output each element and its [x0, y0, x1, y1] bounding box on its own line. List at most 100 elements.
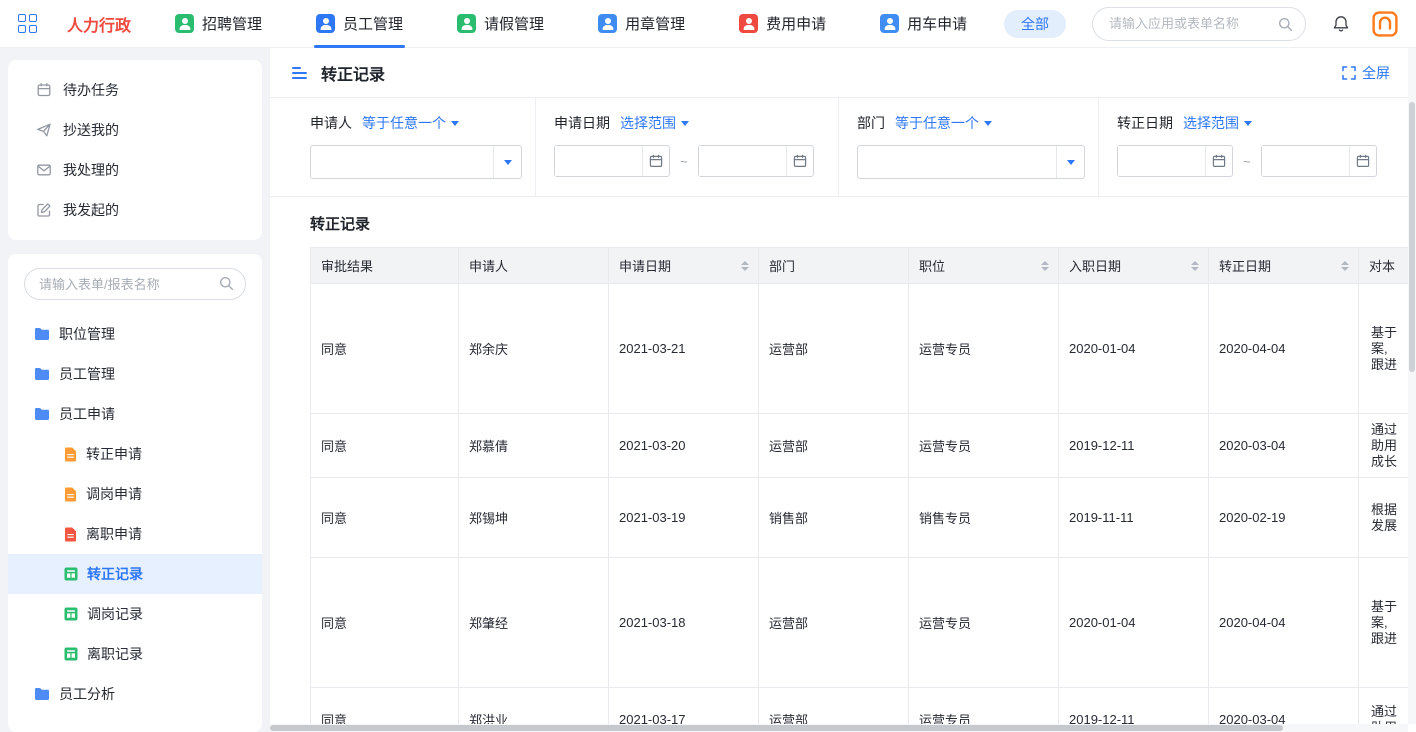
report-table-icon [64, 647, 78, 661]
table-cell: 运营专员 [909, 414, 1059, 478]
chevron-down-icon [681, 121, 689, 126]
search-icon[interactable] [219, 276, 234, 291]
apply-date-start-input[interactable] [555, 146, 642, 176]
search-icon[interactable] [1278, 17, 1293, 32]
table-cell: 2020-01-04 [1059, 558, 1209, 688]
calendar-icon[interactable] [1349, 146, 1376, 176]
horizontal-scrollbar-thumb[interactable] [270, 725, 1283, 731]
sidebar-item-employee-mgmt[interactable]: 员工管理 [8, 354, 262, 394]
sidebar-item-position-mgmt[interactable]: 职位管理 [8, 314, 262, 354]
col-approval-result: 审批结果 [311, 248, 459, 284]
table-cell: 运营部 [759, 558, 909, 688]
filter-label: 申请日期 [554, 113, 610, 133]
tab-expense-apply[interactable]: 费用申请 [739, 0, 826, 48]
main-content: 转正记录 全屏 申请人 等于任意一个 申请日期 选择范围 [270, 48, 1416, 732]
app-launcher-icon[interactable] [18, 14, 37, 33]
col-hire-date[interactable]: 入职日期 [1059, 248, 1209, 284]
folder-icon [34, 367, 50, 381]
current-app-name[interactable]: 人力行政 [67, 12, 131, 36]
select-value [858, 146, 1056, 178]
table-cell: 2019-12-11 [1059, 414, 1209, 478]
records-table: 审批结果 申请人 申请日期 部门 职位 入职日期 转正日期 对本 同意 郑余庆 [310, 247, 1416, 732]
sidebar-item-employee-apply[interactable]: 员工申请 [8, 394, 262, 434]
table-cell: 2021-03-20 [609, 414, 759, 478]
tab-vehicle-apply[interactable]: 用车申请 [880, 0, 967, 48]
select-dropdown-button[interactable] [1056, 146, 1084, 178]
collapse-menu-icon[interactable] [292, 67, 307, 79]
calendar-icon[interactable] [642, 146, 669, 176]
employee-app-icon [316, 14, 335, 33]
form-search-input[interactable] [24, 268, 246, 300]
recruitment-app-icon [175, 14, 194, 33]
filter-operator-dropdown[interactable]: 选择范围 [1183, 113, 1252, 133]
filter-operator-dropdown[interactable]: 选择范围 [620, 113, 689, 133]
chevron-down-icon [1244, 121, 1252, 126]
sidebar-item-employee-analysis[interactable]: 员工分析 [8, 674, 262, 714]
regular-date-start-input[interactable] [1118, 146, 1205, 176]
sort-icon[interactable] [1191, 261, 1199, 271]
tab-label: 请假管理 [484, 13, 544, 34]
sidebar-item-regularization-apply[interactable]: 转正申请 [8, 434, 262, 474]
tab-label: 费用申请 [766, 13, 826, 34]
filter-operator-dropdown[interactable]: 等于任意一个 [362, 113, 459, 133]
sidebar: 待办任务 抄送我的 我处理的 我发起的 [0, 48, 270, 732]
apply-date-start-field [554, 145, 670, 177]
form-doc-icon [64, 447, 77, 462]
todo-calendar-icon [36, 82, 52, 98]
vertical-scrollbar-thumb[interactable] [1409, 102, 1415, 372]
global-search-input[interactable] [1093, 8, 1305, 40]
form-doc-icon [64, 527, 77, 542]
col-regular-date[interactable]: 转正日期 [1209, 248, 1359, 284]
tree-item-label: 离职记录 [87, 644, 143, 664]
tab-label: 用车申请 [907, 13, 967, 34]
filter-operator-dropdown[interactable]: 等于任意一个 [895, 113, 992, 133]
table-cell: 郑慕倩 [459, 414, 609, 478]
tab-employee-mgmt[interactable]: 员工管理 [316, 0, 403, 48]
sidebar-item-initiated-by-me[interactable]: 我发起的 [8, 190, 262, 230]
chevron-down-icon [1067, 160, 1075, 165]
sort-icon[interactable] [1041, 261, 1049, 271]
department-select[interactable] [857, 145, 1085, 179]
table-cell: 郑余庆 [459, 284, 609, 414]
calendar-icon[interactable] [786, 146, 813, 176]
table-row[interactable]: 同意 郑慕倩 2021-03-20 运营部 运营专员 2019-12-11 20… [311, 414, 1416, 478]
tab-recruitment[interactable]: 招聘管理 [175, 0, 262, 48]
table-cell: 2021-03-21 [609, 284, 759, 414]
sidebar-item-transfer-records[interactable]: 调岗记录 [8, 594, 262, 634]
col-department: 部门 [759, 248, 909, 284]
calendar-icon[interactable] [1205, 146, 1232, 176]
fullscreen-button[interactable]: 全屏 [1342, 63, 1390, 83]
applicant-select[interactable] [310, 145, 522, 179]
report-table-icon [64, 567, 78, 581]
vertical-scrollbar [1408, 48, 1416, 724]
table-row[interactable]: 同意 郑锡坤 2021-03-19 销售部 销售专员 2019-11-11 20… [311, 478, 1416, 558]
col-position[interactable]: 职位 [909, 248, 1059, 284]
table-header-row: 审批结果 申请人 申请日期 部门 职位 入职日期 转正日期 对本 [311, 248, 1416, 284]
tab-seal-mgmt[interactable]: 用章管理 [598, 0, 685, 48]
select-dropdown-button[interactable] [493, 146, 521, 178]
all-apps-button[interactable]: 全部 [1004, 10, 1066, 38]
apply-date-end-input[interactable] [699, 146, 786, 176]
quick-links-card: 待办任务 抄送我的 我处理的 我发起的 [8, 60, 262, 240]
col-apply-date[interactable]: 申请日期 [609, 248, 759, 284]
sort-icon[interactable] [741, 261, 749, 271]
sidebar-item-transfer-apply[interactable]: 调岗申请 [8, 474, 262, 514]
sidebar-item-resignation-records[interactable]: 离职记录 [8, 634, 262, 674]
sidebar-item-resignation-apply[interactable]: 离职申请 [8, 514, 262, 554]
sort-icon[interactable] [1341, 261, 1349, 271]
table-row[interactable]: 同意 郑余庆 2021-03-21 运营部 运营专员 2020-01-04 20… [311, 284, 1416, 414]
filter-label: 转正日期 [1117, 113, 1173, 133]
tree-item-label: 转正记录 [87, 564, 143, 584]
tab-label: 招聘管理 [202, 13, 262, 34]
quick-link-label: 待办任务 [63, 80, 119, 100]
regular-date-end-input[interactable] [1262, 146, 1349, 176]
notifications-bell-icon[interactable] [1332, 15, 1350, 33]
sidebar-item-regularization-records[interactable]: 转正记录 [8, 554, 262, 594]
table-row[interactable]: 同意 郑肇经 2021-03-18 运营部 运营专员 2020-01-04 20… [311, 558, 1416, 688]
sidebar-item-todo-tasks[interactable]: 待办任务 [8, 70, 262, 110]
sidebar-item-processed-by-me[interactable]: 我处理的 [8, 150, 262, 190]
tab-leave-mgmt[interactable]: 请假管理 [457, 0, 544, 48]
sidebar-item-cc-to-me[interactable]: 抄送我的 [8, 110, 262, 150]
fullscreen-icon [1342, 66, 1356, 80]
table-cell: 郑锡坤 [459, 478, 609, 558]
